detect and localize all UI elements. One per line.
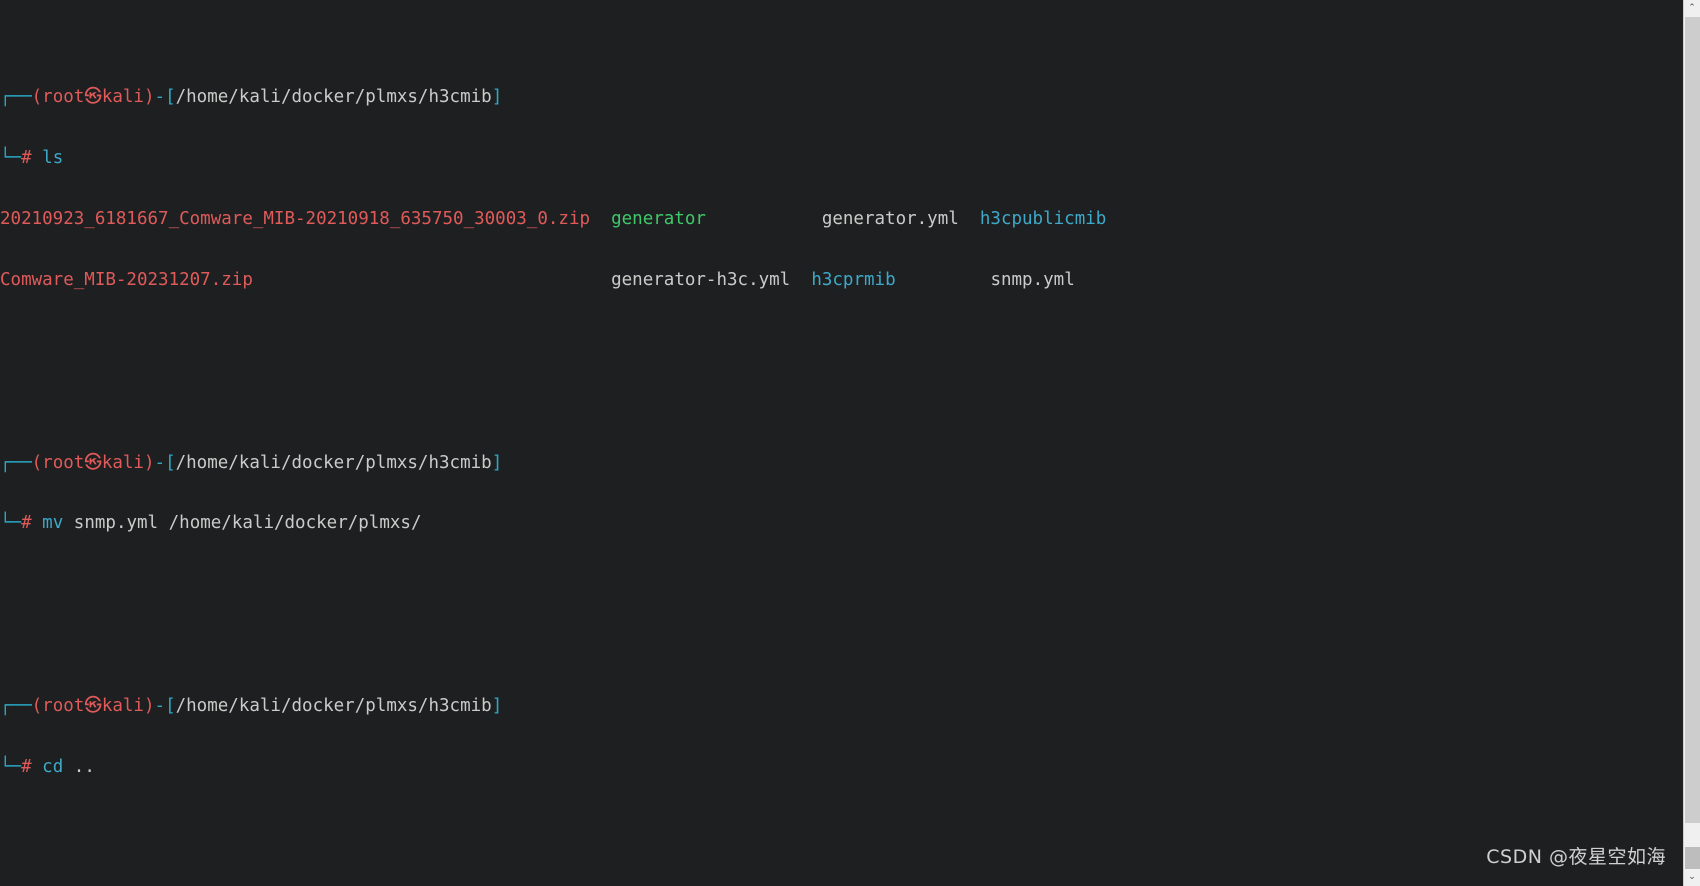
prompt-close-bracket: ] xyxy=(492,696,503,716)
file-entry-zip[interactable]: 20210923_6181667_Comware_MIB-20210918_63… xyxy=(0,209,590,229)
ls-output-row: Comware_MIB-20231207.zip generator-h3c.y… xyxy=(0,270,1683,290)
gap xyxy=(590,209,611,229)
prompt-at-icon: ㉿ xyxy=(84,696,102,716)
prompt-host: kali xyxy=(102,696,144,716)
prompt-line-top: ┌──(root㉿kali)-[/home/kali/docker/plmxs/… xyxy=(0,453,1683,473)
file-entry-h3cprmib[interactable]: h3cprmib xyxy=(811,270,895,290)
scrollbar-resize-grip[interactable] xyxy=(1685,847,1700,869)
prompt-host: kali xyxy=(102,453,144,473)
gap xyxy=(959,209,980,229)
prompt-host: kali xyxy=(102,87,144,107)
prompt-corner-bottom: └─ xyxy=(0,757,21,777)
file-entry-h3cpublicmib[interactable]: h3cpublicmib xyxy=(980,209,1106,229)
prompt-close-bracket: ] xyxy=(492,87,503,107)
command-name: cd xyxy=(42,757,63,777)
prompt-user: root xyxy=(42,696,84,716)
prompt-dash: - xyxy=(155,696,166,716)
command-line: └─# cd .. xyxy=(0,757,1683,777)
gap xyxy=(253,270,611,290)
prompt-hash: # xyxy=(21,513,32,533)
command-name: ls xyxy=(42,148,63,168)
gap xyxy=(790,270,811,290)
prompt-user: root xyxy=(42,87,84,107)
prompt-line-top: ┌──(root㉿kali)-[/home/kali/docker/plmxs/… xyxy=(0,696,1683,716)
terminal-window: ┌──(root㉿kali)-[/home/kali/docker/plmxs/… xyxy=(0,0,1700,886)
prompt-corner-top: ┌── xyxy=(0,696,32,716)
space xyxy=(32,148,43,168)
file-entry-comware-zip[interactable]: Comware_MIB-20231207.zip xyxy=(0,270,253,290)
command-args: .. xyxy=(74,757,95,777)
prompt-hash: # xyxy=(21,148,32,168)
terminal-screen[interactable]: ┌──(root㉿kali)-[/home/kali/docker/plmxs/… xyxy=(0,0,1683,886)
blank-line xyxy=(0,351,1683,371)
prompt-at-icon: ㉿ xyxy=(84,453,102,473)
blank-line xyxy=(0,595,1683,615)
prompt-dash: - xyxy=(155,453,166,473)
prompt-user: root xyxy=(42,453,84,473)
gap xyxy=(896,270,991,290)
prompt-open-paren: ( xyxy=(32,696,43,716)
prompt-hash: # xyxy=(21,757,32,777)
scrollbar-thumb[interactable] xyxy=(1685,17,1700,823)
gap xyxy=(63,513,74,533)
command-line: └─# ls xyxy=(0,148,1683,168)
prompt-line-top: ┌──(root㉿kali)-[/home/kali/docker/plmxs/… xyxy=(0,87,1683,107)
prompt-corner-top: ┌── xyxy=(0,87,32,107)
prompt-corner-bottom: └─ xyxy=(0,148,21,168)
prompt-open-paren: ( xyxy=(32,453,43,473)
gap xyxy=(706,209,822,229)
scroll-up-arrow-icon[interactable]: ⌃ xyxy=(1684,0,1700,17)
blank-line xyxy=(0,838,1683,858)
scrollbar[interactable]: ⌃ ⌄ xyxy=(1683,0,1700,886)
ls-output-row: 20210923_6181667_Comware_MIB-20210918_63… xyxy=(0,209,1683,229)
prompt-open-bracket: [ xyxy=(165,696,176,716)
command-line: └─# mv snmp.yml /home/kali/docker/plmxs/ xyxy=(0,513,1683,533)
prompt-corner-bottom: └─ xyxy=(0,513,21,533)
file-entry-generator-h3c-yml[interactable]: generator-h3c.yml xyxy=(611,270,790,290)
scroll-down-arrow-icon[interactable]: ⌄ xyxy=(1684,869,1700,886)
prompt-open-bracket: [ xyxy=(165,87,176,107)
prompt-path: /home/kali/docker/plmxs/h3cmib xyxy=(176,453,492,473)
prompt-path: /home/kali/docker/plmxs/h3cmib xyxy=(176,87,492,107)
gap xyxy=(32,757,43,777)
gap xyxy=(63,757,74,777)
prompt-close-paren: ) xyxy=(144,696,155,716)
command-args: snmp.yml /home/kali/docker/plmxs/ xyxy=(74,513,422,533)
prompt-close-bracket: ] xyxy=(492,453,503,473)
gap xyxy=(32,513,43,533)
prompt-dash: - xyxy=(155,87,166,107)
prompt-corner-top: ┌── xyxy=(0,453,32,473)
file-entry-snmp-yml[interactable]: snmp.yml xyxy=(990,270,1074,290)
file-entry-generator-yml[interactable]: generator.yml xyxy=(822,209,959,229)
prompt-path: /home/kali/docker/plmxs/h3cmib xyxy=(176,696,492,716)
prompt-close-paren: ) xyxy=(144,453,155,473)
prompt-open-bracket: [ xyxy=(165,453,176,473)
prompt-close-paren: ) xyxy=(144,87,155,107)
command-name: mv xyxy=(42,513,63,533)
file-entry-generator[interactable]: generator xyxy=(611,209,706,229)
prompt-at-icon: ㉿ xyxy=(84,87,102,107)
prompt-open-paren: ( xyxy=(32,87,43,107)
